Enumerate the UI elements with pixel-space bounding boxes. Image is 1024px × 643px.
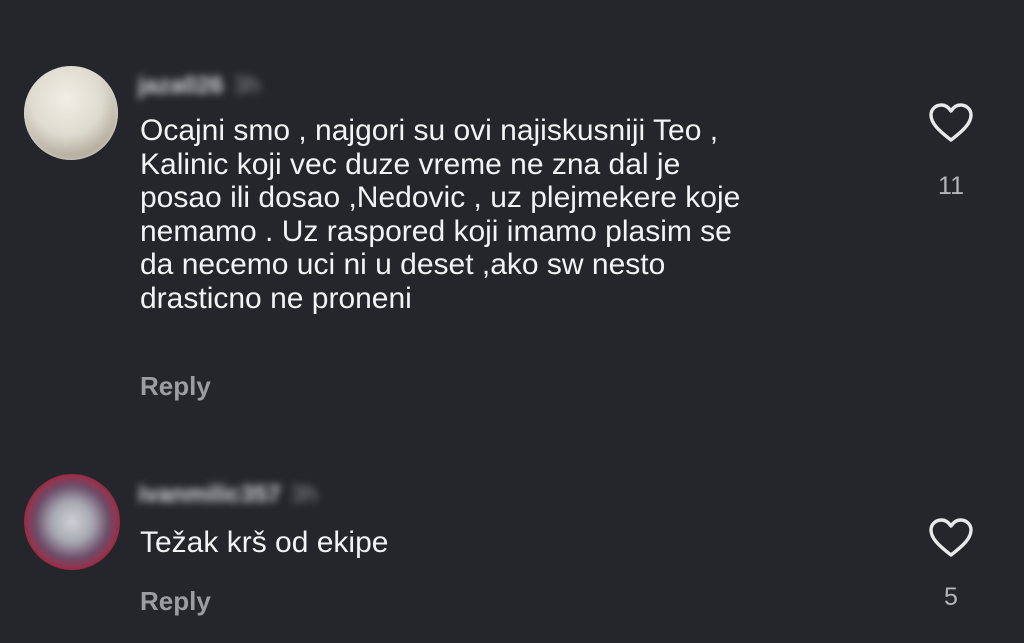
timestamp: 3h xyxy=(290,481,318,508)
username[interactable]: ivanmilic357 3h xyxy=(138,481,317,509)
heart-outline-icon[interactable] xyxy=(929,518,973,558)
reply-button[interactable]: Reply xyxy=(140,586,211,617)
comment-item: ivanmilic357 3h Težak krš od ekipe Reply … xyxy=(0,0,1024,643)
avatar[interactable] xyxy=(24,474,120,570)
comment-text: Težak krš od ekipe xyxy=(140,526,389,559)
comments-list: jaza026 3h Ocajni smo , najgori su ovi na… xyxy=(0,0,1024,643)
username-text[interactable]: ivanmilic357 xyxy=(138,481,281,508)
like-count: 5 xyxy=(944,583,958,611)
